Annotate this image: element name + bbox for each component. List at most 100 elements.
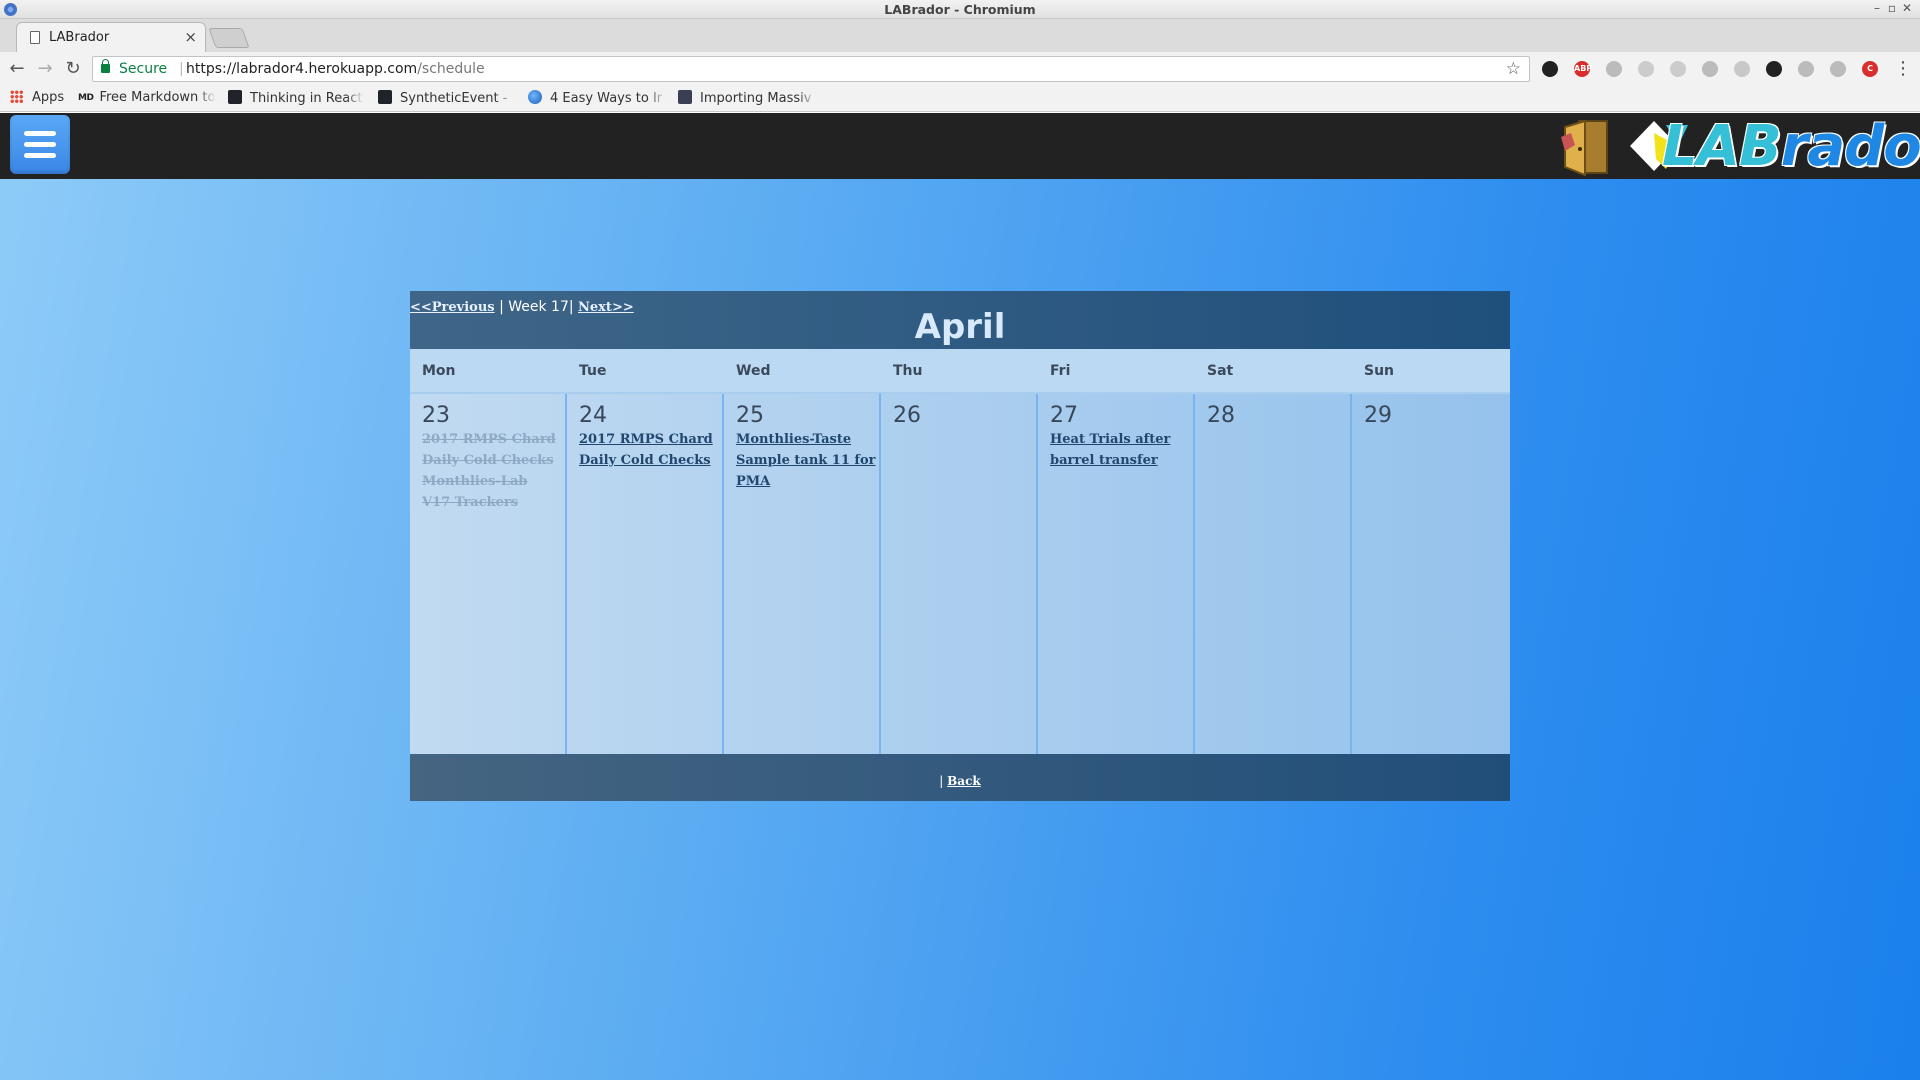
trash-extension-icon[interactable] bbox=[1606, 61, 1622, 77]
cast-extension-icon[interactable] bbox=[1798, 61, 1814, 77]
calendar-header: <<Previous | Week 17| Next>> April bbox=[410, 291, 1510, 349]
bookmarks-bar: Apps MD Free Markdown to Thinking in Reac… bbox=[0, 86, 1920, 112]
day-number: 29 bbox=[1364, 403, 1392, 428]
bookmark-label: 4 Easy Ways to Ir bbox=[550, 91, 663, 106]
bookmark-label: Apps bbox=[32, 90, 65, 105]
event-link[interactable]: 2017 RMPS Chard bbox=[579, 429, 719, 450]
day-cell-mon: 23 2017 RMPS Chard Daily Cold Checks Monthl… bbox=[410, 394, 567, 754]
bookmark-importing-massive[interactable]: Importing Massiv bbox=[678, 90, 816, 108]
event-link[interactable]: Heat Trials after barrel transfer bbox=[1050, 429, 1190, 471]
app-header: LABrador bbox=[0, 113, 1920, 179]
minimize-button[interactable]: – bbox=[1874, 1, 1880, 15]
frame-extension-icon[interactable] bbox=[1638, 61, 1654, 77]
tab-strip: LABrador × bbox=[0, 19, 1920, 52]
menu-bar-icon bbox=[24, 153, 56, 158]
day-cell-wed: 25 Monthlies-Taste Sample tank 11 for PMA bbox=[724, 394, 881, 754]
labrador-logo[interactable]: LABrador bbox=[1626, 113, 1920, 179]
day-number: 25 bbox=[736, 403, 764, 428]
link-extension-icon[interactable] bbox=[1830, 61, 1846, 77]
logo-text-lab: LAB bbox=[1662, 114, 1782, 179]
red-c-extension-icon[interactable]: C bbox=[1862, 61, 1878, 77]
completed-event-link[interactable]: 2017 RMPS Chard bbox=[422, 429, 562, 450]
globe-icon bbox=[528, 90, 542, 104]
bookmark-thinking-in-react[interactable]: Thinking in React bbox=[228, 90, 364, 108]
completed-event-link[interactable]: Daily Cold Checks bbox=[422, 450, 562, 471]
day-name-tue: Tue bbox=[579, 363, 607, 379]
bookmark-star-icon[interactable]: ☆ bbox=[1506, 59, 1521, 79]
url-path: /schedule bbox=[417, 61, 485, 77]
day-name-mon: Mon bbox=[422, 363, 456, 379]
magnifier-extension-icon[interactable] bbox=[1766, 61, 1782, 77]
snowflake-extension-icon[interactable] bbox=[1670, 61, 1686, 77]
day-number: 26 bbox=[893, 403, 921, 428]
event-list: 2017 RMPS Chard Daily Cold Checks bbox=[579, 429, 719, 471]
menu-bar-icon bbox=[24, 131, 56, 136]
adblock-extension-icon[interactable]: ABP bbox=[1574, 61, 1592, 77]
day-name-sun: Sun bbox=[1364, 363, 1395, 379]
bookmark-apps[interactable]: Apps bbox=[10, 90, 70, 108]
url-base: https://labrador4.herokuapp.com bbox=[186, 61, 418, 77]
md-icon: MD bbox=[78, 93, 94, 103]
event-list: Monthlies-Taste Sample tank 11 for PMA bbox=[736, 429, 876, 492]
day-cell-tue: 24 2017 RMPS Chard Daily Cold Checks bbox=[567, 394, 724, 754]
tab-labrador[interactable]: LABrador × bbox=[16, 22, 206, 52]
tab-title: LABrador bbox=[49, 30, 110, 45]
bookmark-4-easy-ways[interactable]: 4 Easy Ways to Ir bbox=[528, 90, 666, 108]
footer-separator: | bbox=[939, 774, 948, 788]
react-icon bbox=[228, 90, 242, 104]
address-bar[interactable]: Secure | https://labrador4.herokuapp.com… bbox=[92, 56, 1530, 82]
day-name-fri: Fri bbox=[1050, 363, 1071, 379]
bookmark-free-markdown[interactable]: MD Free Markdown to bbox=[78, 90, 216, 108]
new-tab-button[interactable] bbox=[208, 28, 250, 48]
calendar-footer: | Back bbox=[410, 754, 1510, 801]
day-number: 23 bbox=[422, 403, 450, 428]
day-cell-fri: 27 Heat Trials after barrel transfer bbox=[1038, 394, 1195, 754]
avatar-icon bbox=[678, 90, 692, 104]
reload-icon[interactable]: ↻ bbox=[62, 58, 84, 79]
restore-button[interactable]: ▫ bbox=[1888, 1, 1896, 15]
back-icon[interactable]: ← bbox=[6, 58, 28, 79]
event-link[interactable]: Daily Cold Checks bbox=[579, 450, 719, 471]
window-titlebar: LABrador - Chromium – ▫ ✕ bbox=[0, 0, 1920, 19]
day-cell-sat: 28 bbox=[1195, 394, 1352, 754]
menu-bar-icon bbox=[24, 142, 56, 147]
logout-door-icon[interactable] bbox=[1557, 117, 1611, 177]
bookmark-synthetic-event[interactable]: SyntheticEvent - bbox=[378, 90, 514, 108]
squirrel-extension-icon[interactable] bbox=[1542, 61, 1558, 77]
browser-menu-icon[interactable]: ⋮ bbox=[1892, 58, 1914, 79]
secure-label: Secure bbox=[119, 61, 168, 77]
day-cell-thu: 26 bbox=[881, 394, 1038, 754]
page-content: LABrador <<Previous | Week 17| Next>> Ap… bbox=[0, 113, 1920, 1080]
day-name-sat: Sat bbox=[1207, 363, 1234, 379]
lock-icon bbox=[101, 59, 110, 73]
browser-toolbar: ← → ↻ Secure | https://labrador4.herokua… bbox=[0, 52, 1920, 86]
completed-event-link[interactable]: Monthlies-Lab bbox=[422, 471, 562, 492]
day-number: 28 bbox=[1207, 403, 1235, 428]
day-cells-row: 23 2017 RMPS Chard Daily Cold Checks Monthl… bbox=[410, 394, 1510, 754]
month-title: April bbox=[914, 307, 1006, 347]
day-name-wed: Wed bbox=[736, 363, 771, 379]
bookmark-label: SyntheticEvent - bbox=[400, 91, 508, 106]
url-separator: | bbox=[179, 61, 184, 77]
url-text[interactable]: https://labrador4.herokuapp.com/schedule bbox=[186, 61, 485, 77]
forward-icon[interactable]: → bbox=[34, 58, 56, 79]
completed-event-link[interactable]: V17 Trackers bbox=[422, 492, 562, 513]
circle-extension-icon[interactable] bbox=[1734, 61, 1750, 77]
hamburger-menu-button[interactable] bbox=[10, 115, 70, 174]
logo-text: LABrador bbox=[1662, 114, 1920, 179]
day-number: 27 bbox=[1050, 403, 1078, 428]
event-link[interactable]: Monthlies-Taste Sample tank 11 for PMA bbox=[736, 429, 876, 492]
event-list: Heat Trials after barrel transfer bbox=[1050, 429, 1190, 471]
page-icon bbox=[30, 31, 40, 44]
back-link[interactable]: Back bbox=[947, 774, 981, 788]
close-window-button[interactable]: ✕ bbox=[1902, 1, 1912, 15]
tab-close-icon[interactable]: × bbox=[184, 28, 197, 46]
gear-extension-icon[interactable] bbox=[1702, 61, 1718, 77]
day-name-thu: Thu bbox=[893, 363, 923, 379]
bookmark-label: Importing Massiv bbox=[700, 91, 812, 106]
day-number: 24 bbox=[579, 403, 607, 428]
react-icon bbox=[378, 90, 392, 104]
week-calendar: <<Previous | Week 17| Next>> April Mon Tu… bbox=[410, 291, 1510, 801]
day-cell-sun: 29 bbox=[1352, 394, 1510, 754]
bookmark-label: Free Markdown to bbox=[99, 90, 216, 105]
